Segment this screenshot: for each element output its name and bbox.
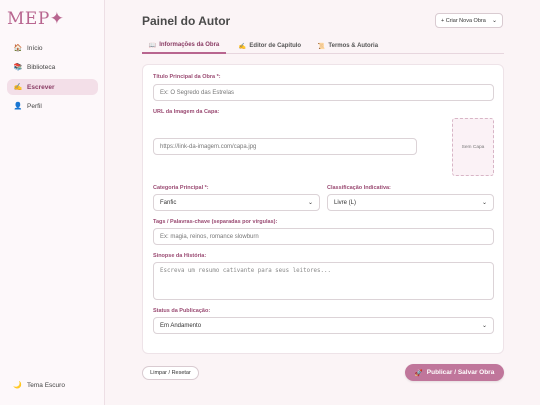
page-title: Painel do Autor	[142, 14, 231, 28]
sidebar-item-label: Início	[27, 44, 43, 52]
tab-bar: 📖 Informações da Obra ✍️ Editor de Capít…	[142, 38, 504, 54]
tab-editor-capitulo[interactable]: ✍️ Editor de Capítulo	[232, 38, 308, 54]
sidebar-item-label: Escrever	[27, 83, 55, 91]
category-select-value: Fanfic	[160, 199, 177, 206]
create-work-select-value: + Criar Nova Obra	[441, 17, 486, 24]
status-select[interactable]: Em Andamento ⌄	[153, 317, 494, 334]
chevron-down-icon: ⌄	[491, 18, 497, 24]
moon-icon: 🌙	[13, 382, 22, 389]
title-input[interactable]: Ex: O Segredo das Estrelas	[153, 84, 494, 101]
rating-select[interactable]: Livre (L) ⌄	[327, 194, 494, 211]
synopsis-textarea[interactable]: Escreva um resumo cativante para seus le…	[153, 262, 494, 300]
cover-url-input[interactable]: https://link-da-imagem.com/capa.jpg	[153, 138, 417, 155]
cover-preview-text: Sem Capa	[461, 144, 485, 150]
sidebar-item-label: Perfil	[27, 102, 42, 110]
tab-label: Termos & Autoria	[328, 43, 379, 49]
cover-url-label: URL da Imagem da Capa:	[153, 109, 220, 115]
publish-button-label: Publicar / Salvar Obra	[426, 369, 495, 376]
cover-preview: Sem Capa	[452, 118, 494, 176]
sidebar-item-perfil[interactable]: 👤 Perfil	[7, 98, 98, 114]
sidebar-item-label: Biblioteca	[27, 63, 56, 71]
tab-termos-autoria[interactable]: 📜 Termos & Autoria	[314, 38, 382, 54]
category-select[interactable]: Fanfic ⌄	[153, 194, 320, 211]
category-label: Categoria Principal *:	[153, 185, 209, 191]
book-icon: 📖	[148, 42, 157, 49]
app-logo[interactable]: MEP✦	[7, 9, 65, 29]
sidebar-item-biblioteca[interactable]: 📚 Biblioteca	[7, 59, 98, 75]
status-select-value: Em Andamento	[160, 322, 202, 329]
rating-label: Classificação Indicativa:	[327, 185, 391, 191]
reset-button[interactable]: Limpar / Resetar	[142, 366, 199, 380]
chevron-down-icon: ⌄	[481, 200, 487, 206]
scroll-icon: 📜	[317, 43, 326, 50]
work-info-form: Título Principal da Obra *: Ex: O Segred…	[142, 64, 504, 354]
create-work-select[interactable]: + Criar Nova Obra ⌄	[435, 13, 503, 28]
writing-hand-icon: ✍️	[238, 43, 247, 50]
user-icon: 👤	[13, 103, 23, 110]
rocket-icon: 🚀	[414, 369, 423, 377]
tab-label: Editor de Capítulo	[249, 43, 302, 49]
writing-hand-icon: ✍️	[13, 84, 23, 91]
chevron-down-icon: ⌄	[481, 323, 487, 329]
books-icon: 📚	[13, 64, 23, 71]
home-icon: 🏠	[13, 45, 23, 52]
publish-button[interactable]: 🚀 Publicar / Salvar Obra	[405, 364, 504, 381]
sidebar: MEP✦ 🏠 Início 📚 Biblioteca ✍️ Escrever 👤…	[0, 0, 105, 405]
tab-informacoes[interactable]: 📖 Informações da Obra	[142, 38, 226, 54]
sidebar-item-inicio[interactable]: 🏠 Início	[7, 40, 98, 56]
synopsis-label: Sinopse da História:	[153, 253, 207, 259]
title-label: Título Principal da Obra *:	[153, 74, 221, 80]
chevron-down-icon: ⌄	[307, 200, 313, 206]
theme-toggle-label: Tema Escuro	[27, 381, 65, 389]
tags-label: Tags / Palavras-chave (separadas por vír…	[153, 219, 278, 225]
theme-toggle-button[interactable]: 🌙 Tema Escuro	[7, 378, 98, 392]
tab-label: Informações da Obra	[159, 42, 220, 48]
rating-select-value: Livre (L)	[334, 199, 357, 206]
tags-input[interactable]: Ex: magia, reinos, romance slowburn	[153, 228, 494, 245]
status-label: Status da Publicação:	[153, 308, 211, 314]
sidebar-item-escrever[interactable]: ✍️ Escrever	[7, 79, 98, 95]
